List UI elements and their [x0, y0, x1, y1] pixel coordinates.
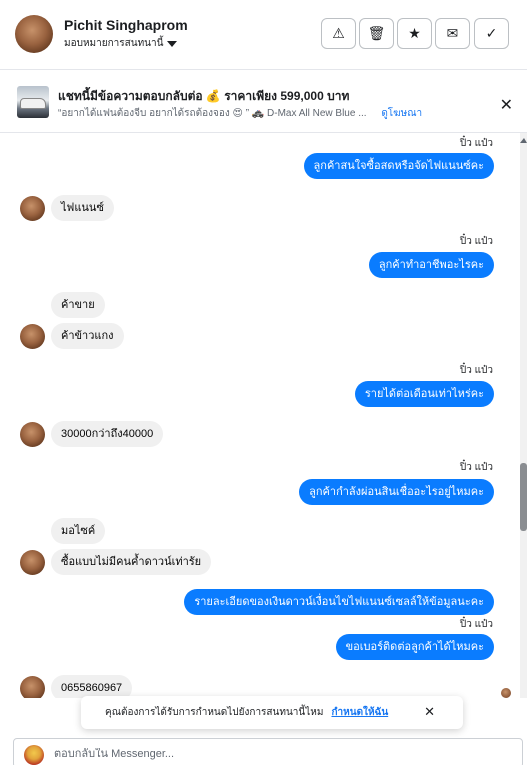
outgoing-message[interactable]: รายละเอียดของเงินดาวน์เงื่อนไขไฟแนนซ์เซล…	[184, 589, 494, 615]
contact-avatar-small	[20, 422, 45, 447]
incoming-message[interactable]: มอไซค์	[51, 518, 106, 544]
star-icon: ★	[408, 25, 421, 41]
incoming-message[interactable]: 0655860967	[51, 675, 133, 698]
ad-context-banner: แชทนี้มีข้อความตอบกลับต่อ 💰 ราคาเพียง 59…	[0, 71, 527, 133]
mark-done-button[interactable]: ✓	[474, 18, 509, 49]
outgoing-message[interactable]: รายได้ต่อเดือนเท่าไหร่คะ	[354, 381, 494, 407]
scrollbar[interactable]	[520, 133, 527, 698]
assign-prompt-text: คุณต้องการได้รับการกำหนดไปยังการสนทนานี้…	[105, 707, 324, 718]
check-icon: ✓	[485, 25, 498, 41]
contact-avatar[interactable]	[15, 15, 53, 53]
seen-receipt: ปิ๋ว แป๋ว	[459, 462, 493, 473]
ad-thumbnail[interactable]	[17, 86, 49, 118]
reply-input[interactable]	[54, 748, 494, 760]
mark-unread-button[interactable]: ✉	[435, 18, 470, 49]
ad-title: แชทนี้มีข้อความตอบกลับต่อ 💰 ราคาเพียง 59…	[58, 89, 350, 103]
mail-icon: ✉	[446, 25, 459, 41]
outgoing-message[interactable]: ลูกค้าสนใจซื้อสดหรือจัดไฟแนนซ์คะ	[303, 153, 494, 179]
seen-receipt: ปิ๋ว แป๋ว	[459, 619, 493, 630]
assign-label: มอบหมายการสนทนานี้	[64, 38, 164, 49]
caret-down-icon	[167, 40, 178, 47]
assign-prompt-toast: คุณต้องการได้รับการกำหนดไปยังการสนทนานี้…	[81, 696, 463, 729]
incoming-message[interactable]: ค้าข้าวแกง	[51, 323, 124, 349]
message-thread[interactable]: ปิ๋ว แป๋ว ลูกค้าสนใจซื้อสดหรือจัดไฟแนนซ์…	[0, 133, 527, 698]
contact-name[interactable]: Pichit Singhaprom	[64, 17, 188, 33]
close-icon[interactable]: ✕	[424, 704, 435, 720]
contact-avatar-small	[20, 550, 45, 575]
seen-receipt: ปิ๋ว แป๋ว	[459, 236, 493, 247]
contact-avatar-small	[20, 324, 45, 349]
incoming-message[interactable]: ไฟแนนซ์	[51, 195, 114, 221]
ad-subtitle: “อยากได้แฟนต้องจีบ อยากได้รถต้องจอง 😍 ” …	[58, 108, 367, 119]
scroll-up-arrow-icon[interactable]	[520, 138, 527, 143]
contact-avatar-small	[20, 196, 45, 221]
trash-icon: 🗑	[367, 25, 386, 41]
view-ad-link[interactable]: ดูโฆษณา	[381, 108, 422, 119]
report-spam-button[interactable]: ⚠	[321, 18, 356, 49]
close-banner-icon[interactable]: ✕	[500, 95, 513, 115]
contact-avatar-small	[20, 676, 45, 698]
outgoing-message[interactable]: ขอเบอร์ติดต่อลูกค้าได้ไหมคะ	[335, 634, 494, 660]
outgoing-message[interactable]: ลูกค้ากำลังผ่อนสินเชื่ออะไรอยู่ไหมคะ	[299, 479, 494, 505]
seen-receipt: ปิ๋ว แป๋ว	[459, 365, 493, 376]
warning-icon: ⚠	[332, 25, 345, 41]
reply-box[interactable]	[13, 738, 523, 765]
assign-to-me-link[interactable]: กำหนดให้ฉัน	[331, 705, 388, 720]
incoming-message[interactable]: ซื้อแบบไม่มีคนค้ำดาวน์เท่ารัย	[51, 549, 212, 575]
seen-receipt: ปิ๋ว แป๋ว	[459, 138, 493, 149]
delete-button[interactable]: 🗑	[359, 18, 394, 49]
incoming-message[interactable]: ค้าขาย	[51, 292, 105, 318]
reply-composer	[0, 738, 527, 765]
conversation-header: Pichit Singhaprom มอบหมายการสนทนานี้ ⚠ 🗑…	[0, 0, 527, 70]
page-avatar	[24, 745, 44, 765]
star-button[interactable]: ★	[397, 18, 432, 49]
outgoing-message[interactable]: ลูกค้าทำอาชีพอะไรคะ	[368, 252, 494, 278]
scrollbar-thumb[interactable]	[520, 463, 527, 531]
incoming-message[interactable]: 30000กว่าถึง40000	[51, 421, 164, 447]
assign-conversation-dropdown[interactable]: มอบหมายการสนทนานี้	[64, 36, 178, 51]
ad-subtitle-row: “อยากได้แฟนต้องจีบ อยากได้รถต้องจอง 😍 ” …	[58, 106, 422, 121]
seen-avatar-indicator	[501, 688, 511, 698]
